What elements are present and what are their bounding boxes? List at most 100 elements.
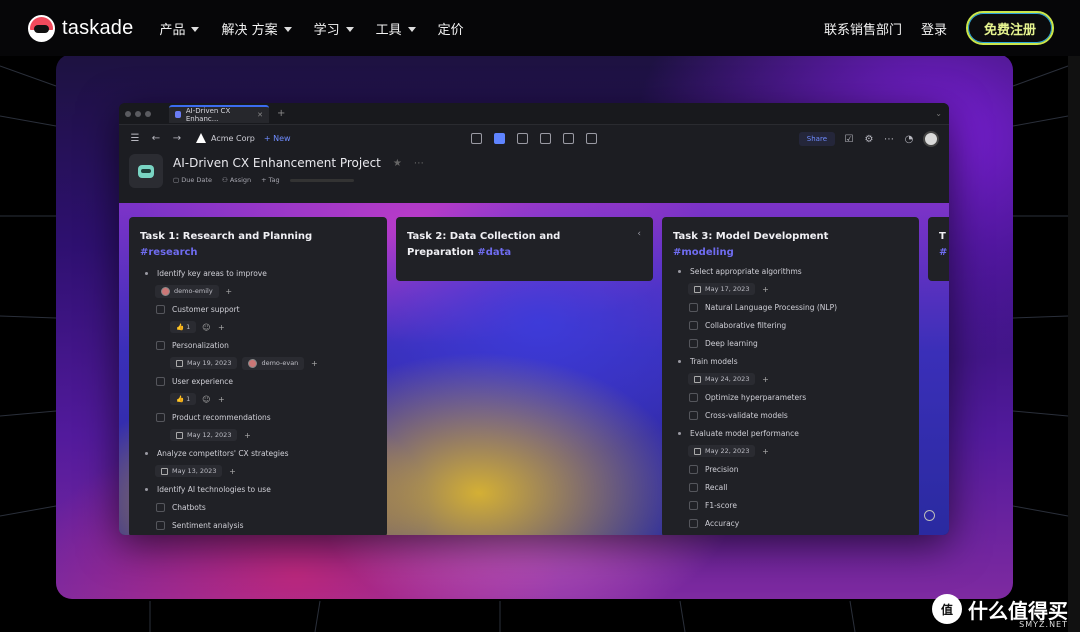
chevron-down-icon[interactable]: ⌄ (935, 109, 942, 118)
list-item[interactable]: Accuracy (673, 514, 909, 532)
date-chip[interactable]: May 24, 2023 (688, 373, 756, 385)
list-item[interactable]: Sentiment analysis (140, 516, 377, 534)
table-view-icon[interactable] (517, 133, 528, 144)
list-item[interactable]: Evaluate model performance (673, 424, 909, 442)
column-hashtag[interactable]: #data (477, 247, 511, 258)
date-chip[interactable]: May 19, 2023 (170, 357, 238, 369)
checkbox[interactable] (689, 410, 698, 420)
workspace-name[interactable]: Acme Corp (211, 134, 255, 143)
checkbox[interactable] (689, 302, 698, 312)
chevron-left-icon[interactable]: ‹ (637, 229, 641, 239)
checkbox[interactable] (689, 338, 698, 348)
column-hashtag[interactable]: #research (140, 245, 377, 261)
add-reaction-icon[interactable]: ☺ (201, 323, 211, 332)
due-date-button[interactable]: ▢ Due Date (173, 176, 212, 184)
list-item[interactable]: Collaborative filtering (673, 316, 909, 334)
list-item[interactable]: Identify key areas to improve (140, 264, 377, 282)
add-icon[interactable]: + (760, 375, 770, 384)
checkbox[interactable] (689, 500, 698, 510)
list-item[interactable]: Cross-validate models (673, 406, 909, 424)
nav-item-pricing[interactable]: 定价 (438, 19, 464, 38)
list-view-icon[interactable] (471, 133, 482, 144)
column-hashtag[interactable]: # (939, 245, 949, 261)
checkbox[interactable] (156, 412, 165, 422)
column-hashtag[interactable]: #modeling (673, 245, 909, 261)
checkbox[interactable] (156, 376, 165, 386)
browser-tab[interactable]: AI-Driven CX Enhanc... ✕ (169, 104, 269, 123)
forward-arrow-icon[interactable]: → (171, 133, 183, 144)
date-chip[interactable]: May 17, 2023 (688, 283, 756, 295)
taskade-logo[interactable]: taskade (28, 14, 133, 42)
date-chip[interactable]: May 12, 2023 (170, 429, 238, 441)
assign-button[interactable]: ⚇ Assign (222, 176, 251, 184)
board-view-icon[interactable] (494, 133, 505, 144)
contact-sales-link[interactable]: 联系销售部门 (824, 19, 902, 38)
column-title[interactable]: Task 2: Data Collection and Preparation … (407, 229, 607, 261)
nav-item-solutions[interactable]: 解决 方案 (221, 19, 292, 38)
checkbox[interactable] (156, 340, 165, 350)
close-icon[interactable]: ✕ (257, 111, 263, 119)
org-chart-view-icon[interactable] (586, 133, 597, 144)
list-item[interactable]: Natural Language Processing (NLP) (673, 298, 909, 316)
checkbox[interactable] (689, 464, 698, 474)
column-title[interactable]: Task 3: Model Development (673, 229, 909, 245)
window-close-dot[interactable] (125, 110, 131, 117)
more-icon[interactable]: ⋯ (414, 158, 424, 169)
sidebar-toggle-icon[interactable]: ☰ (129, 133, 141, 144)
list-item[interactable]: Optimize hyperparameters (673, 388, 909, 406)
page-scrollbar[interactable] (1068, 56, 1080, 632)
list-item[interactable]: Customer support (140, 300, 377, 318)
add-icon[interactable]: + (760, 447, 770, 456)
window-maximize-dot[interactable] (145, 110, 151, 117)
add-icon[interactable]: + (227, 467, 237, 476)
new-button[interactable]: + New (264, 134, 291, 143)
list-item[interactable]: Analyze competitors' CX strategies (140, 444, 377, 462)
checkbox[interactable] (689, 320, 698, 330)
checkbox[interactable] (689, 518, 698, 528)
list-item[interactable]: Recall (673, 478, 909, 496)
add-icon[interactable]: + (216, 323, 226, 332)
calendar-view-icon[interactable] (540, 133, 551, 144)
window-minimize-dot[interactable] (135, 110, 141, 117)
column-title[interactable]: T (939, 229, 949, 245)
chat-icon[interactable] (924, 510, 935, 521)
date-chip[interactable]: May 22, 2023 (688, 445, 756, 457)
project-title[interactable]: AI-Driven CX Enhancement Project (173, 156, 381, 170)
reaction-chip[interactable]: 👍 1 (170, 393, 197, 405)
nav-item-tools[interactable]: 工具 (376, 19, 416, 38)
list-item[interactable]: Chatbots (140, 498, 377, 516)
assignee-chip[interactable]: demo-evan (242, 356, 305, 370)
column-title[interactable]: Task 1: Research and Planning (140, 229, 377, 245)
date-chip[interactable]: May 13, 2023 (155, 465, 223, 477)
nav-item-products[interactable]: 产品 (159, 19, 200, 38)
more-icon[interactable]: ⋯ (883, 134, 895, 145)
checkbox[interactable] (689, 482, 698, 492)
list-item[interactable]: Train models (673, 352, 909, 370)
check-icon[interactable]: ☑ (843, 134, 855, 145)
mindmap-view-icon[interactable] (563, 133, 574, 144)
assignee-chip[interactable]: demo-emily (155, 284, 219, 298)
checkbox[interactable] (156, 304, 165, 314)
login-link[interactable]: 登录 (921, 19, 947, 38)
list-item[interactable]: Select appropriate algorithms (673, 262, 909, 280)
list-item[interactable]: Deep learning (673, 334, 909, 352)
checkbox[interactable] (689, 392, 698, 402)
back-arrow-icon[interactable]: ← (150, 133, 162, 144)
add-icon[interactable]: + (216, 395, 226, 404)
nav-item-learn[interactable]: 学习 (314, 19, 354, 38)
reaction-chip[interactable]: 👍 1 (170, 321, 197, 333)
checkbox[interactable] (156, 502, 165, 512)
tag-button[interactable]: + Tag (261, 176, 280, 184)
star-icon[interactable]: ★ (393, 158, 402, 169)
project-icon[interactable] (129, 154, 163, 188)
add-icon[interactable]: + (760, 285, 770, 294)
list-item[interactable]: Identify AI technologies to use (140, 480, 377, 498)
new-tab-icon[interactable]: + (277, 108, 285, 119)
checkbox[interactable] (156, 520, 165, 530)
share-button[interactable]: Share (798, 132, 835, 146)
list-item[interactable]: User experience (140, 372, 377, 390)
add-icon[interactable]: + (309, 359, 319, 368)
list-item[interactable]: Product recommendations (140, 408, 377, 426)
signup-button[interactable]: 免费注册 (965, 11, 1054, 45)
user-avatar[interactable] (923, 131, 939, 147)
